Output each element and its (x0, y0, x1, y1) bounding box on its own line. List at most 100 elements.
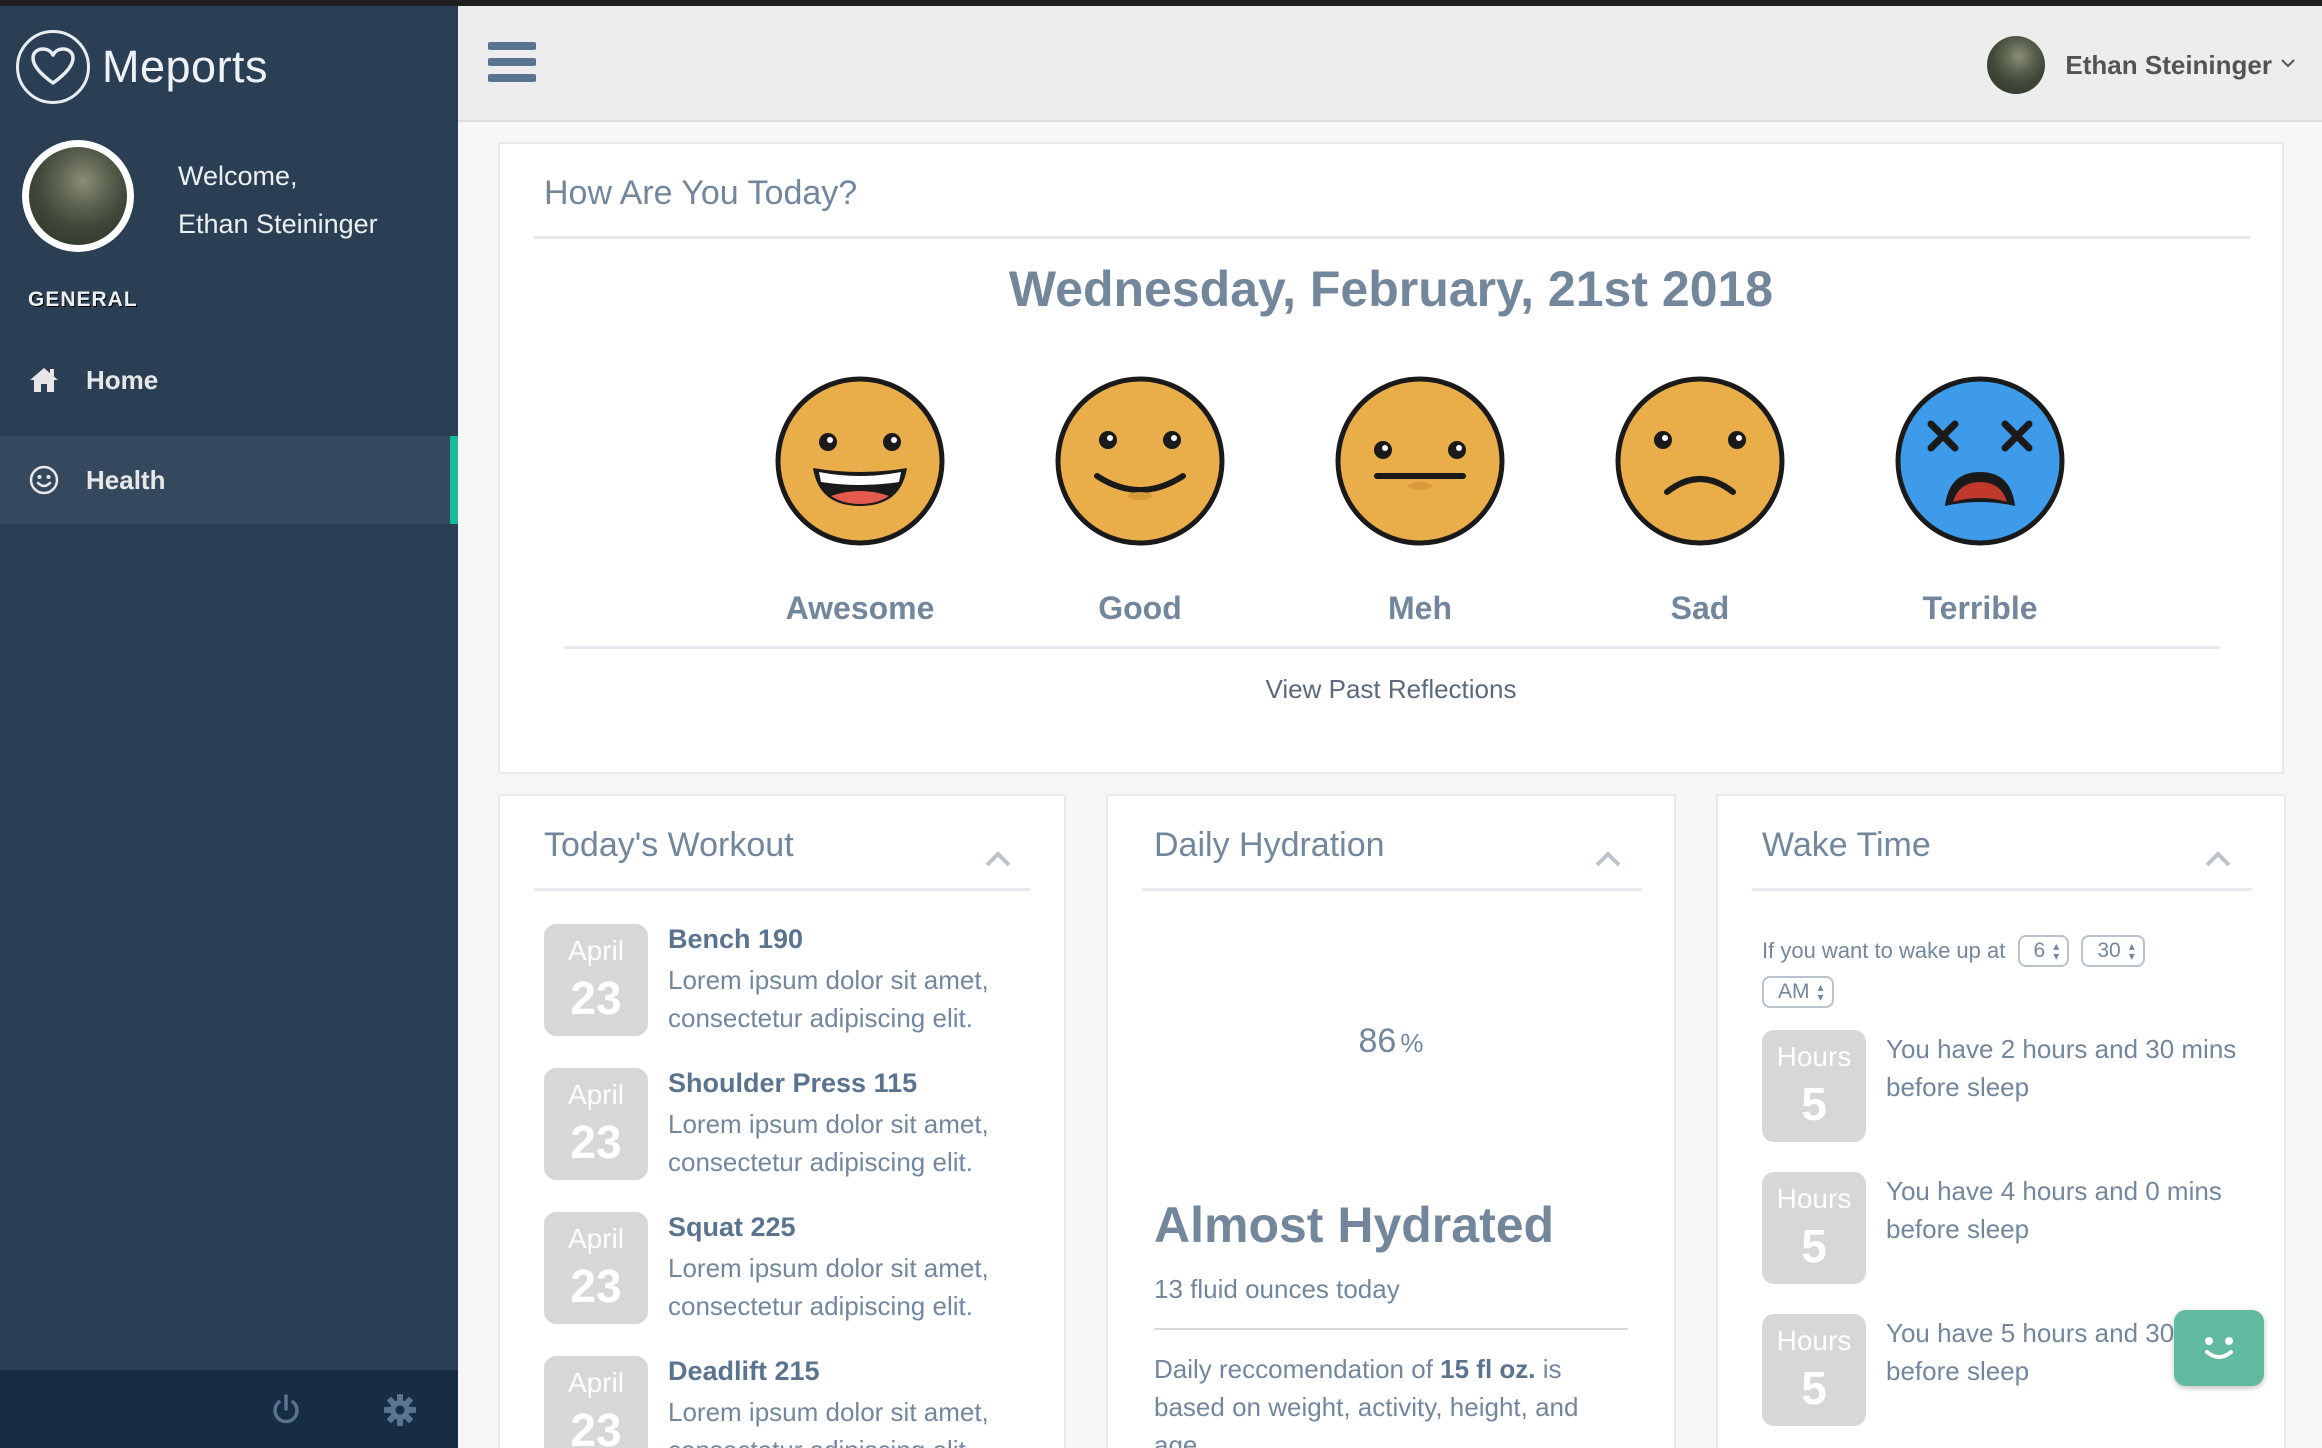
hydration-panel: Daily Hydration 86% Almost Hydrated 13 f… (1106, 794, 1676, 1448)
divider (1752, 888, 2252, 891)
mood-panel-title: How Are You Today? (544, 174, 858, 212)
date-month: April (567, 1367, 624, 1398)
user-name: Ethan Steininger (2065, 49, 2272, 80)
stepper-arrows-icon: ▴ ▾ (1817, 980, 1824, 1005)
date-badge: April 23 (544, 1212, 648, 1324)
wake-form-label: If you want to wake up at (1762, 938, 2006, 964)
chevron-down-icon (2280, 56, 2296, 74)
workout-title[interactable]: Deadlift 215 (668, 1356, 1028, 1387)
list-item: April 23 Deadlift 215 Lorem ipsum dolor … (544, 1356, 1028, 1448)
date-month: April (567, 1079, 624, 1110)
list-item: April 23 Shoulder Press 115 Lorem ipsum … (544, 1068, 1028, 1181)
list-item: April 23 Bench 190 Lorem ipsum dolor sit… (544, 924, 1028, 1037)
sad-face-icon[interactable] (1613, 374, 1787, 548)
chevron-up-icon[interactable] (2202, 846, 2234, 872)
hours-badge: Hours 5 (1762, 1030, 1866, 1142)
sidebar-item-health[interactable]: Health (0, 436, 458, 524)
user-menu[interactable]: Ethan Steininger (1987, 36, 2296, 94)
hours-label: Hours (1776, 1325, 1852, 1356)
mood-option-sad[interactable]: Sad (1560, 374, 1840, 627)
hours-value: 5 (1801, 1220, 1827, 1272)
awesome-face-icon[interactable] (773, 374, 947, 548)
stepper-arrows-icon: ▴ ▾ (2053, 939, 2060, 964)
ampm-stepper[interactable]: AM ▴ ▾ (1762, 976, 1834, 1009)
workout-description: Lorem ipsum dolor sit amet, consectetur … (668, 1253, 989, 1321)
chevron-up-icon[interactable] (1592, 846, 1624, 872)
date-month: April (567, 935, 624, 966)
mood-date: Wednesday, February, 21st 2018 (1008, 261, 1774, 317)
hydration-percent-value: 86 (1358, 1022, 1397, 1060)
list-item: April 23 Squat 225 Lorem ipsum dolor sit… (544, 1212, 1028, 1325)
list-item: Hours 5 You have 4 hours and 0 mins befo… (1762, 1172, 2246, 1284)
divider (1154, 1328, 1628, 1330)
sidebar-item-label: Health (86, 464, 166, 495)
mood-option-awesome[interactable]: Awesome (720, 374, 1000, 627)
date-badge: April 23 (544, 1068, 648, 1180)
workout-title[interactable]: Bench 190 (668, 924, 1028, 955)
minute-value: 30 (2097, 939, 2121, 963)
mood-option-good[interactable]: Good (1000, 374, 1280, 627)
brand[interactable]: Meports (16, 30, 268, 104)
mood-option-terrible[interactable]: Terrible (1840, 374, 2120, 627)
top-border (0, 0, 2322, 6)
workout-title[interactable]: Shoulder Press 115 (668, 1068, 1028, 1099)
welcome-user-name: Ethan Steininger (178, 209, 378, 239)
sidebar-item-home[interactable]: Home (0, 336, 458, 424)
date-day: 23 (570, 1404, 622, 1448)
rec-amount: 15 fl oz. (1440, 1354, 1536, 1384)
good-face-icon[interactable] (1053, 374, 1227, 548)
heart-icon (16, 30, 90, 104)
hours-value: 5 (1801, 1078, 1827, 1130)
workout-description: Lorem ipsum dolor sit amet, consectetur … (668, 1109, 989, 1177)
workout-panel-title: Today's Workout (544, 826, 794, 864)
sidebar-item-label: Home (86, 364, 159, 395)
mood-label: Good (1098, 590, 1182, 626)
divider (534, 888, 1030, 891)
app-name: Meports (102, 41, 269, 92)
section-title-general: GENERAL (28, 288, 138, 311)
minute-stepper[interactable]: 30 ▴ ▾ (2081, 935, 2145, 968)
hours-badge: Hours 5 (1762, 1314, 1866, 1426)
list-item: Hours 5 You have 2 hours and 30 mins bef… (1762, 1030, 2246, 1142)
divider (1142, 888, 1642, 891)
mood-panel: How Are You Today? Wednesday, February, … (498, 142, 2284, 774)
sidebar: Meports Welcome, Ethan Steininger GENERA… (0, 0, 458, 1448)
sleep-info: You have 4 hours and 0 mins before sleep (1886, 1176, 2222, 1244)
view-past-reflections-link[interactable]: View Past Reflections (500, 674, 2282, 705)
gear-icon[interactable] (378, 1388, 422, 1432)
date-badge: April 23 (544, 924, 648, 1036)
workout-title[interactable]: Squat 225 (668, 1212, 1028, 1243)
power-icon[interactable] (264, 1388, 308, 1432)
hours-label: Hours (1776, 1041, 1852, 1072)
profile-avatar (22, 140, 134, 252)
date-day: 23 (570, 1116, 622, 1168)
divider (534, 236, 2250, 239)
smiley-icon (24, 464, 64, 496)
date-day: 23 (570, 1260, 622, 1312)
hours-value: 5 (1801, 1362, 1827, 1414)
chevron-up-icon[interactable] (982, 846, 1014, 872)
hydration-percent: 86% (1108, 1022, 1674, 1061)
user-avatar (1987, 36, 2046, 94)
mood-option-meh[interactable]: Meh (1280, 374, 1560, 627)
wake-form: If you want to wake up at 6 ▴ ▾ 30 ▴ ▾ AM ▴ ▾ (1762, 930, 2242, 1011)
mood-label: Sad (1670, 590, 1730, 626)
hydration-today: 13 fluid ounces today (1154, 1274, 1400, 1304)
meh-face-icon[interactable] (1333, 374, 1507, 548)
chat-face-icon (2205, 1337, 2233, 1359)
date-badge: April 23 (544, 1356, 648, 1448)
chat-widget-button[interactable] (2174, 1310, 2264, 1386)
mood-options: Awesome Good Meh Sad Terrible (720, 374, 2120, 627)
sidebar-footer (0, 1370, 458, 1448)
home-icon (24, 366, 64, 394)
terrible-face-icon[interactable] (1893, 374, 2067, 548)
top-nav: Ethan Steininger (458, 6, 2322, 122)
hour-stepper[interactable]: 6 ▴ ▾ (2017, 935, 2070, 968)
ampm-value: AM (1778, 980, 1810, 1004)
date-day: 23 (570, 972, 622, 1024)
rec-prefix: Daily reccomendation of (1154, 1354, 1433, 1384)
hamburger-icon[interactable] (488, 42, 536, 82)
hour-value: 6 (2033, 939, 2046, 963)
hydration-status: Almost Hydrated (1154, 1197, 1555, 1253)
hours-label: Hours (1776, 1183, 1852, 1214)
